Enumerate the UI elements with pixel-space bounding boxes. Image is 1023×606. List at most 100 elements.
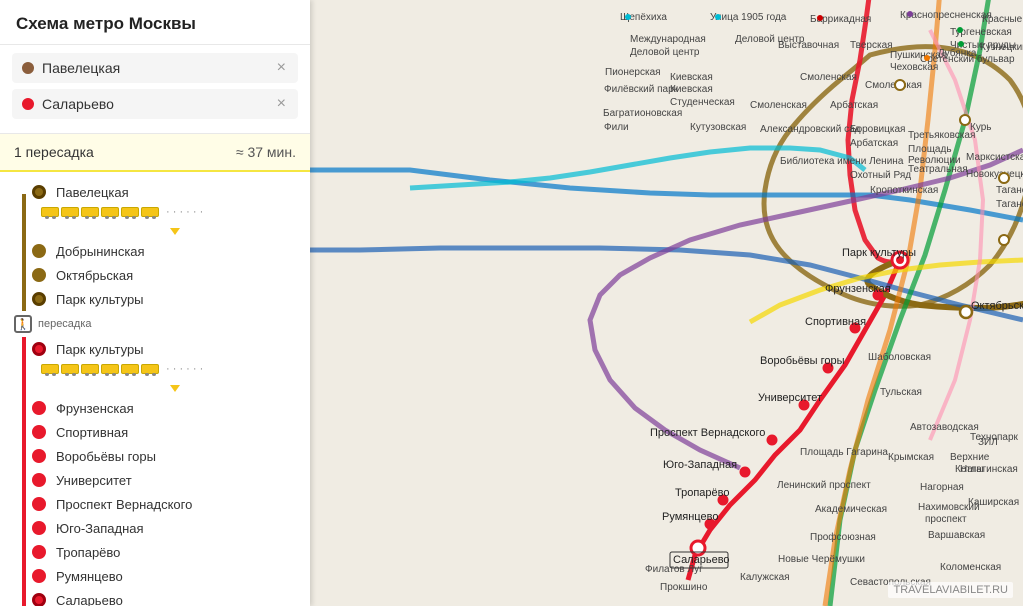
station-park-kultury-red[interactable]: Парк культуры bbox=[16, 337, 310, 361]
svg-text:Варшавская: Варшавская bbox=[928, 530, 985, 541]
svg-text:Нагатинская: Нагатинская bbox=[960, 464, 1018, 475]
svg-text:Новые Черёмушки: Новые Черёмушки bbox=[778, 554, 865, 565]
svg-text:Выставочная: Выставочная bbox=[778, 40, 839, 51]
station-prospekt-vernadskogo[interactable]: Проспект Вернадского bbox=[16, 492, 310, 516]
station-name: Юго-Западная bbox=[56, 521, 144, 536]
svg-text:Каширская: Каширская bbox=[968, 497, 1019, 508]
station-dot bbox=[32, 569, 46, 583]
route-summary: 1 пересадка ≈ 37 мин. bbox=[0, 134, 310, 172]
station-dot bbox=[32, 342, 46, 356]
svg-text:Таганская: Таганская bbox=[996, 185, 1023, 196]
svg-text:Тульская: Тульская bbox=[880, 387, 922, 398]
station-sportivnaya[interactable]: Спортивная bbox=[16, 420, 310, 444]
to-clear-button[interactable]: × bbox=[275, 95, 288, 113]
svg-text:Александровский сад: Александровский сад bbox=[760, 124, 861, 135]
svg-text:Марксистская: Марксистская bbox=[966, 152, 1023, 163]
svg-text:Автозаводская: Автозаводская bbox=[910, 422, 979, 433]
svg-text:Ленинский проспект: Ленинский проспект bbox=[777, 480, 871, 491]
station-troparevo[interactable]: Тропарёво bbox=[16, 540, 310, 564]
svg-text:Библиотека имени Ленина: Библиотека имени Ленина bbox=[780, 155, 904, 167]
svg-text:Кутузовская: Кутузовская bbox=[690, 122, 746, 133]
station-rumyantsevo[interactable]: Румянцево bbox=[16, 564, 310, 588]
svg-text:Калужская: Калужская bbox=[740, 572, 790, 583]
station-frunzenskaya[interactable]: Фрунзенская bbox=[16, 396, 310, 420]
wagon-icon bbox=[121, 207, 139, 217]
wagon-icon bbox=[101, 207, 119, 217]
svg-text:Боровицкая: Боровицкая bbox=[850, 124, 905, 135]
station-name: Спортивная bbox=[56, 425, 128, 440]
svg-text:Смоленская: Смоленская bbox=[800, 72, 857, 83]
station-name: Университет bbox=[56, 473, 132, 488]
svg-text:Третьяковская: Третьяковская bbox=[908, 130, 975, 141]
svg-text:Киевская: Киевская bbox=[670, 72, 713, 83]
station-name: Фрунзенская bbox=[56, 401, 134, 416]
map-svg: Павелецкая Добрынинская Октябрьская Парк… bbox=[310, 0, 1023, 606]
station-universitet[interactable]: Университет bbox=[16, 468, 310, 492]
svg-text:Лубянка: Лубянка bbox=[938, 47, 977, 59]
wagon-icon bbox=[41, 364, 59, 374]
svg-text:Кропоткинская: Кропоткинская bbox=[870, 185, 938, 196]
svg-text:Филёвский парк: Филёвский парк bbox=[604, 84, 679, 95]
svg-text:Тверская: Тверская bbox=[850, 40, 893, 51]
station-vorobyovy-gory[interactable]: Воробьёвы горы bbox=[16, 444, 310, 468]
station-paveletskaya-start[interactable]: Павелецкая bbox=[16, 180, 310, 204]
svg-text:Международная: Международная bbox=[630, 34, 706, 45]
svg-text:Филатов Луг: Филатов Луг bbox=[645, 564, 703, 575]
route-inputs: Павелецкая × Саларьево × bbox=[0, 45, 310, 134]
metro-map[interactable]: Павелецкая Добрынинская Октябрьская Парк… bbox=[310, 0, 1023, 606]
station-name: Парк культуры bbox=[56, 342, 144, 357]
station-salaryevo[interactable]: Саларьево bbox=[16, 588, 310, 606]
svg-text:Парк культуры: Парк культуры bbox=[842, 247, 916, 259]
svg-text:Пионерская: Пионерская bbox=[605, 67, 661, 78]
wagon-icon bbox=[81, 364, 99, 374]
to-dot bbox=[22, 98, 34, 110]
station-dot bbox=[32, 521, 46, 535]
station-name: Проспект Вернадского bbox=[56, 497, 192, 512]
svg-text:Кузнецкий Мост: Кузнецкий Мост bbox=[980, 42, 1023, 53]
station-name: Добрынинская bbox=[56, 244, 145, 259]
svg-text:Багратионовская: Багратионовская bbox=[603, 108, 682, 119]
station-dobrininskaya[interactable]: Добрынинская bbox=[16, 239, 310, 263]
route-time: ≈ 37 мин. bbox=[236, 144, 296, 160]
station-name: Румянцево bbox=[56, 569, 123, 584]
wagon-icon bbox=[41, 207, 59, 217]
svg-text:Прокшино: Прокшино bbox=[660, 582, 708, 593]
station-dot bbox=[32, 268, 46, 282]
watermark-text: TRAVELAVIABILET.RU bbox=[888, 582, 1013, 598]
to-station-text: Саларьево bbox=[42, 96, 275, 112]
svg-text:Румянцево: Румянцево bbox=[662, 511, 718, 523]
svg-text:Курь: Курь bbox=[970, 122, 991, 133]
station-dot bbox=[32, 401, 46, 415]
svg-text:Театральная: Театральная bbox=[908, 164, 968, 175]
from-station-text: Павелецкая bbox=[42, 60, 275, 76]
from-clear-button[interactable]: × bbox=[275, 59, 288, 77]
transfer-label: пересадка bbox=[38, 318, 92, 330]
transfer-walk-row: 🚶 пересадка bbox=[0, 313, 310, 335]
svg-text:Чеховская: Чеховская bbox=[890, 62, 938, 73]
station-dot bbox=[32, 545, 46, 559]
svg-text:Профсоюзная: Профсоюзная bbox=[810, 531, 876, 543]
svg-text:Воробьёвы горы: Воробьёвы горы bbox=[760, 355, 845, 367]
station-name: Тропарёво bbox=[56, 545, 120, 560]
station-oktyabrskaya-brown[interactable]: Октябрьская bbox=[16, 263, 310, 287]
svg-text:Площадь: Площадь bbox=[908, 144, 952, 155]
station-name: Саларьево bbox=[56, 593, 123, 606]
to-input-row[interactable]: Саларьево × bbox=[12, 89, 298, 119]
svg-text:Тропарёво: Тропарёво bbox=[675, 487, 729, 499]
svg-text:Шаболовская: Шаболовская bbox=[868, 351, 931, 363]
station-name: Воробьёвы горы bbox=[56, 449, 156, 464]
wagon-count-red: · · · · · · bbox=[166, 363, 203, 375]
svg-text:Проспект Вернадского: Проспект Вернадского bbox=[650, 427, 765, 439]
svg-text:Арбатская: Арбатская bbox=[850, 137, 898, 149]
station-name: Парк культуры bbox=[56, 292, 144, 307]
station-park-kultury-brown[interactable]: Парк культуры bbox=[16, 287, 310, 311]
svg-text:Спортивная: Спортивная bbox=[805, 316, 866, 328]
from-input-row[interactable]: Павелецкая × bbox=[12, 53, 298, 83]
wagon-icon bbox=[141, 364, 159, 374]
station-dot bbox=[32, 292, 46, 306]
svg-text:Юго-Западная: Юго-Западная bbox=[663, 459, 737, 471]
svg-text:Краснопресненская: Краснопресненская bbox=[900, 10, 992, 21]
station-name: Октябрьская bbox=[56, 268, 133, 283]
station-yugo-zapadnaya[interactable]: Юго-Западная bbox=[16, 516, 310, 540]
wagon-icon bbox=[101, 364, 119, 374]
